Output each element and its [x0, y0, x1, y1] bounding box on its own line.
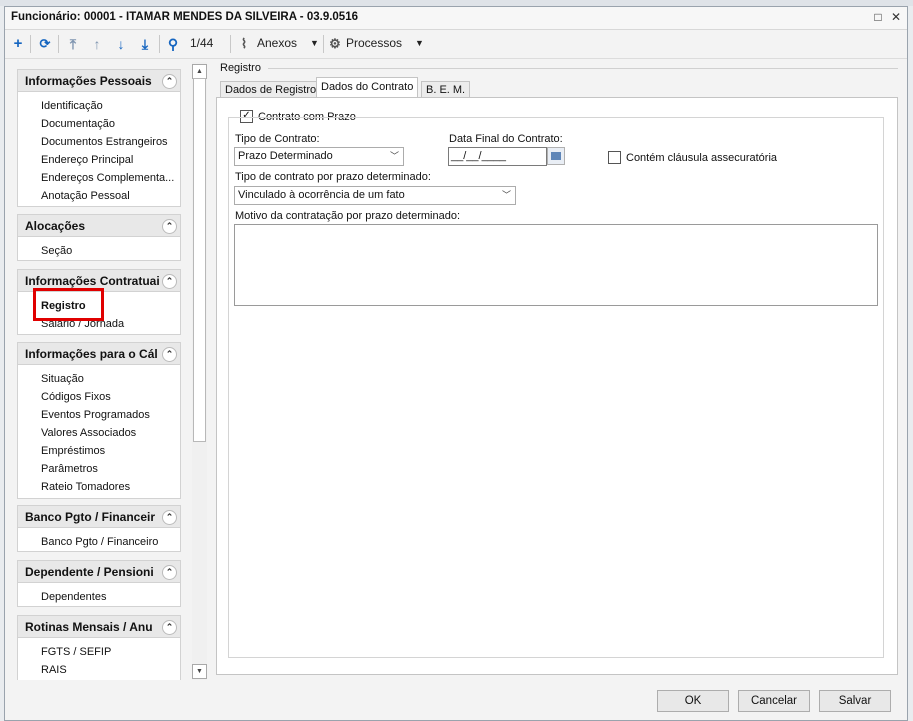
motivo-label: Motivo da contratação por prazo determin…: [235, 210, 461, 222]
scroll-down-icon[interactable]: ▼: [192, 664, 207, 679]
nav-item-fgts-sefip[interactable]: FGTS / SEFIP: [41, 646, 111, 658]
nav-item-emprestimos[interactable]: Empréstimos: [41, 445, 105, 457]
navigation-panel: Informações Pessoais ⌃ Identificação Docu…: [17, 62, 181, 680]
window-title: Funcionário: 00001 - ITAMAR MENDES DA SI…: [11, 11, 358, 23]
previous-record-icon[interactable]: ↑: [89, 35, 105, 53]
tipo-prazo-label: Tipo de contrato por prazo determinado:: [235, 171, 431, 183]
clausula-checkbox[interactable]: [608, 151, 621, 164]
nav-section-header[interactable]: Dependente / Pensioni ⌃: [18, 561, 180, 583]
nav-scrollbar[interactable]: ▲ ▼: [192, 62, 207, 680]
nav-section-header[interactable]: Banco Pgto / Financeir ⌃: [18, 506, 180, 528]
nav-item-valores-associados[interactable]: Valores Associados: [41, 427, 136, 439]
tipo-prazo-select[interactable]: Vinculado à ocorrência de um fato ﹀: [234, 186, 516, 205]
nav-section-informacoes-pessoais: Informações Pessoais ⌃ Identificação Docu…: [17, 69, 181, 207]
nav-section-header[interactable]: Rotinas Mensais / Anu ⌃: [18, 616, 180, 638]
refresh-icon[interactable]: ⟳: [37, 35, 53, 53]
chevron-down-icon: ﹀: [389, 151, 399, 161]
close-icon[interactable]: ✕: [889, 10, 903, 24]
first-record-icon[interactable]: ⤒: [65, 35, 81, 53]
clausula-label: Contém cláusula assecuratória: [626, 152, 778, 164]
nav-section-banco-pgto: Banco Pgto / Financeir ⌃ Banco Pgto / Fin…: [17, 505, 181, 552]
nav-item-anotacao-pessoal[interactable]: Anotação Pessoal: [41, 190, 130, 202]
tipo-contrato-label: Tipo de Contrato:: [235, 133, 320, 145]
collapse-icon[interactable]: ⌃: [162, 510, 177, 525]
collapse-icon[interactable]: ⌃: [162, 565, 177, 580]
collapse-icon[interactable]: ⌃: [162, 274, 177, 289]
nav-item-enderecos-complementares[interactable]: Endereços Complementa...: [41, 172, 174, 184]
nav-item-endereco-principal[interactable]: Endereço Principal: [41, 154, 133, 166]
nav-section-informacoes-calculo: Informações para o Cál ⌃ Situação Códigos…: [17, 342, 181, 499]
contract-fieldset: Tipo de Contrato: Prazo Determinado ﹀ Da…: [228, 117, 884, 658]
group-label-registro: Registro: [220, 62, 261, 74]
ok-button[interactable]: OK: [657, 690, 729, 712]
anexos-dropdown-icon[interactable]: ▼: [310, 38, 319, 48]
toolbar-separator: [58, 35, 59, 53]
nav-item-eventos-programados[interactable]: Eventos Programados: [41, 409, 150, 421]
scroll-thumb[interactable]: [193, 78, 206, 442]
nav-item-documentos-estrangeiros[interactable]: Documentos Estrangeiros: [41, 136, 168, 148]
tipo-contrato-value: Prazo Determinado: [238, 150, 333, 162]
gear-icon[interactable]: ⚙: [328, 35, 342, 53]
background-window-right: [908, 6, 913, 721]
tab-content: ✓ Contrato com Prazo Tipo de Contrato: P…: [216, 97, 898, 675]
tab-dados-do-contrato[interactable]: Dados do Contrato: [316, 77, 419, 98]
nav-item-secao[interactable]: Seção: [41, 245, 72, 257]
nav-item-rais[interactable]: RAIS: [41, 664, 67, 676]
calendar-icon[interactable]: [547, 147, 565, 165]
nav-item-situacao[interactable]: Situação: [41, 373, 84, 385]
anexos-menu[interactable]: Anexos: [257, 36, 297, 50]
toolbar: + ⟳ ⤒ ↑ ↓ ⤓ ⚲ 1/44 ⌇ Anexos ▼ ⚙ Processo…: [5, 30, 907, 59]
nav-item-parametros[interactable]: Parâmetros: [41, 463, 98, 475]
paperclip-icon[interactable]: ⌇: [237, 35, 251, 53]
processos-menu[interactable]: Processos: [346, 36, 402, 50]
next-record-icon[interactable]: ↓: [113, 35, 129, 53]
title-bar: Funcionário: 00001 - ITAMAR MENDES DA SI…: [5, 7, 907, 30]
group-divider: [268, 68, 898, 69]
nav-section-header[interactable]: Informações Pessoais ⌃: [18, 70, 180, 92]
scroll-up-icon[interactable]: ▲: [192, 64, 207, 79]
tipo-prazo-value: Vinculado à ocorrência de um fato: [238, 189, 405, 201]
nav-item-rateio-tomadores[interactable]: Rateio Tomadores: [41, 481, 130, 493]
toolbar-separator: [323, 35, 324, 53]
save-button[interactable]: Salvar: [819, 690, 891, 712]
content-panel: Registro Dados de Registro Dados do Cont…: [212, 62, 903, 680]
tab-bem[interactable]: B. E. M.: [421, 81, 471, 98]
nav-item-documentacao[interactable]: Documentação: [41, 118, 115, 130]
nav-item-banco-pgto[interactable]: Banco Pgto / Financeiro: [41, 536, 158, 548]
nav-section-rotinas-mensais: Rotinas Mensais / Anu ⌃ FGTS / SEFIP RAIS: [17, 615, 181, 680]
nav-item-dependentes[interactable]: Dependentes: [41, 591, 106, 603]
toolbar-separator: [230, 35, 231, 53]
processos-dropdown-icon[interactable]: ▼: [415, 38, 424, 48]
registro-highlight-box: [33, 288, 104, 321]
maximize-icon[interactable]: □: [871, 10, 885, 24]
tab-dados-de-registro[interactable]: Dados de Registro: [220, 81, 322, 98]
nav-section-header[interactable]: Alocações ⌃: [18, 215, 180, 237]
data-final-label: Data Final do Contrato:: [449, 133, 563, 145]
collapse-icon[interactable]: ⌃: [162, 74, 177, 89]
nav-section-dependentes: Dependente / Pensioni ⌃ Dependentes: [17, 560, 181, 607]
nav-section-header[interactable]: Informações para o Cál ⌃: [18, 343, 180, 365]
nav-item-codigos-fixos[interactable]: Códigos Fixos: [41, 391, 111, 403]
data-final-input[interactable]: __/__/____: [448, 147, 547, 166]
nav-section-alocacoes: Alocações ⌃ Seção: [17, 214, 181, 261]
tipo-contrato-select[interactable]: Prazo Determinado ﹀: [234, 147, 404, 166]
collapse-icon[interactable]: ⌃: [162, 620, 177, 635]
collapse-icon[interactable]: ⌃: [162, 347, 177, 362]
last-record-icon[interactable]: ⤓: [137, 35, 153, 53]
cancel-button[interactable]: Cancelar: [738, 690, 810, 712]
nav-item-identificacao[interactable]: Identificação: [41, 100, 103, 112]
add-icon[interactable]: +: [10, 35, 26, 53]
search-icon[interactable]: ⚲: [165, 35, 181, 53]
motivo-textarea[interactable]: [234, 224, 878, 306]
data-final-value: __/__/____: [451, 150, 507, 162]
chevron-down-icon: ﹀: [501, 190, 511, 200]
toolbar-separator: [159, 35, 160, 53]
toolbar-separator: [30, 35, 31, 53]
collapse-icon[interactable]: ⌃: [162, 219, 177, 234]
record-counter: 1/44: [190, 36, 214, 50]
